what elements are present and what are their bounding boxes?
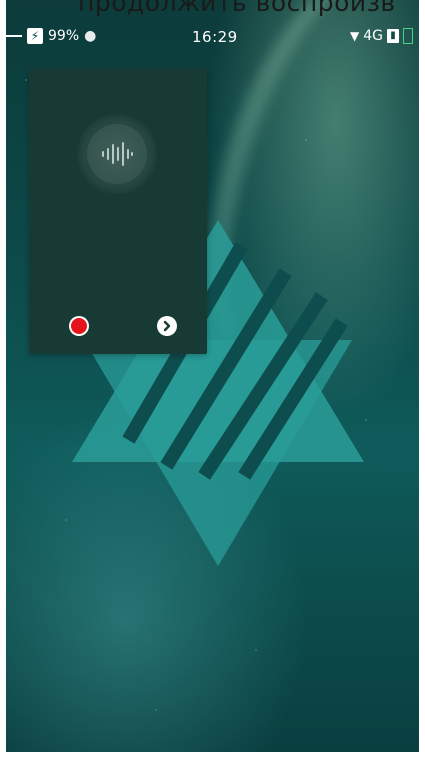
chevron-right-icon — [163, 320, 171, 332]
status-right: ▼ 4G ▮ — [350, 28, 413, 44]
sim-icon: ▮ — [387, 29, 399, 43]
next-button[interactable] — [157, 316, 177, 336]
network-type: 4G — [363, 28, 383, 44]
battery-percent: 99% — [48, 28, 80, 44]
sound-wave-icon — [102, 142, 133, 166]
frame: ⚡ 99% ● 16:29 ▼ 4G ▮ продолжить воспроиз… — [0, 0, 425, 762]
wifi-icon: ▼ — [350, 29, 360, 43]
battery-icon — [403, 28, 413, 44]
charging-icon: ⚡ — [27, 28, 43, 44]
status-bar: ⚡ 99% ● 16:29 ▼ 4G ▮ — [6, 28, 419, 50]
phone-screen: ⚡ 99% ● 16:29 ▼ 4G ▮ — [6, 0, 419, 752]
divider-line — [6, 35, 22, 37]
voice-indicator — [77, 114, 157, 194]
record-button[interactable] — [69, 316, 89, 336]
record-icon — [71, 318, 87, 334]
recorder-panel — [29, 68, 207, 354]
clock: 16:29 — [192, 28, 238, 46]
chat-bubble-icon: ● — [84, 28, 97, 44]
caption-text: продолжить воспроизв — [78, 0, 396, 17]
status-left: ⚡ 99% ● — [6, 28, 96, 44]
